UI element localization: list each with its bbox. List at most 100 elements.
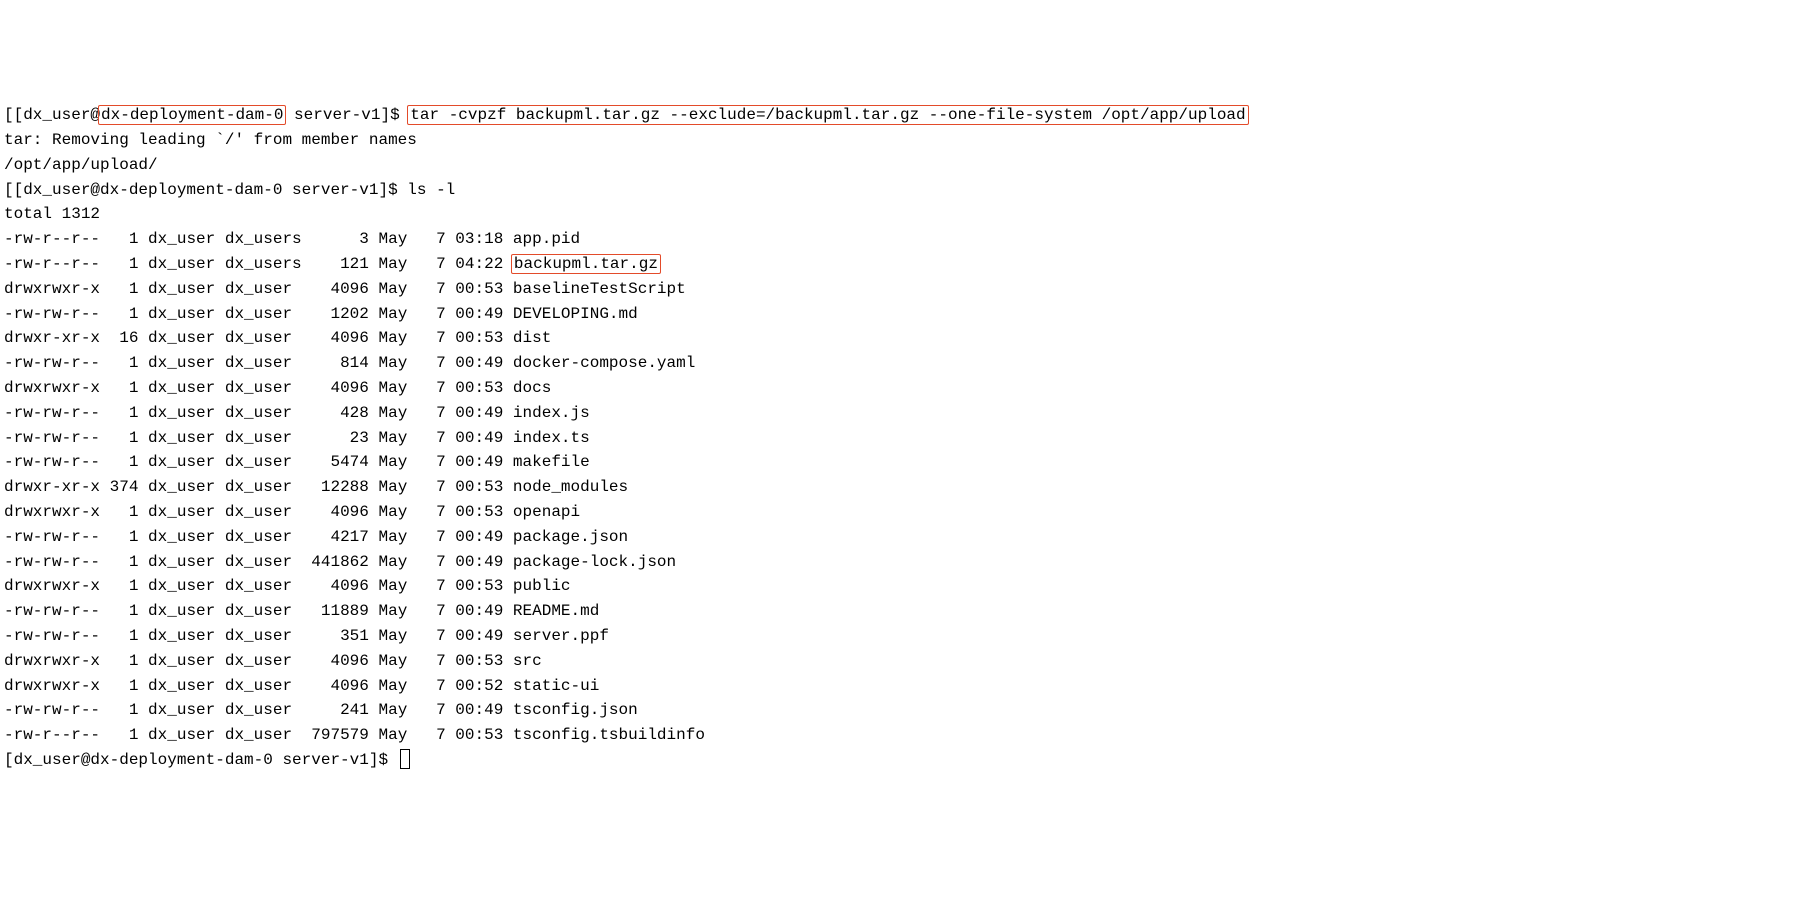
file-name: package-lock.json [513, 553, 676, 571]
link-count: 1 [100, 528, 148, 546]
file-day: 7 [417, 255, 455, 273]
file-day: 7 [417, 453, 455, 471]
file-name: README.md [513, 602, 599, 620]
file-group: dx_users [225, 230, 311, 248]
file-group: dx_user [225, 503, 311, 521]
file-month: May [378, 453, 416, 471]
file-time: 04:22 [455, 255, 513, 273]
file-day: 7 [417, 528, 455, 546]
file-permissions: drwxrwxr-x [4, 677, 100, 695]
ls-command: ls -l [407, 181, 455, 199]
file-size: 797579 [311, 726, 378, 744]
file-owner: dx_user [148, 503, 225, 521]
terminal-line: -rw-rw-r-- 1 dx_user dx_user 11889 May 7… [4, 599, 1812, 624]
file-owner: dx_user [148, 701, 225, 719]
terminal-line: -rw-rw-r-- 1 dx_user dx_user 428 May 7 0… [4, 401, 1812, 426]
file-group: dx_user [225, 553, 311, 571]
terminal-line: -rw-rw-r-- 1 dx_user dx_user 814 May 7 0… [4, 351, 1812, 376]
file-permissions: -rw-rw-r-- [4, 701, 100, 719]
file-time: 00:49 [455, 354, 513, 372]
link-count: 1 [100, 305, 148, 323]
file-group: dx_user [225, 677, 311, 695]
file-permissions: drwxrwxr-x [4, 577, 100, 595]
file-permissions: -rw-r--r-- [4, 230, 100, 248]
file-owner: dx_user [148, 404, 225, 422]
link-count: 1 [100, 379, 148, 397]
file-month: May [378, 701, 416, 719]
file-day: 7 [417, 602, 455, 620]
file-month: May [378, 553, 416, 571]
link-count: 1 [100, 354, 148, 372]
terminal-line: drwxrwxr-x 1 dx_user dx_user 4096 May 7 … [4, 674, 1812, 699]
file-month: May [378, 478, 416, 496]
file-permissions: -rw-rw-r-- [4, 404, 100, 422]
file-group: dx_user [225, 305, 311, 323]
file-permissions: -rw-rw-r-- [4, 602, 100, 620]
terminal-line: -rw-rw-r-- 1 dx_user dx_user 441862 May … [4, 550, 1812, 575]
file-name: tsconfig.tsbuildinfo [513, 726, 705, 744]
shell-prompt: [[dx_user@dx-deployment-dam-0 server-v1]… [4, 181, 407, 199]
file-size: 12288 [311, 478, 378, 496]
file-name: dist [513, 329, 551, 347]
file-name: app.pid [513, 230, 580, 248]
file-size: 4096 [311, 652, 378, 670]
file-day: 7 [417, 230, 455, 248]
file-size: 11889 [311, 602, 378, 620]
ls-total: total 1312 [4, 205, 100, 223]
file-owner: dx_user [148, 528, 225, 546]
file-group: dx_user [225, 429, 311, 447]
file-time: 00:53 [455, 503, 513, 521]
file-size: 4096 [311, 503, 378, 521]
file-month: May [378, 528, 416, 546]
file-size: 4217 [311, 528, 378, 546]
terminal-line: /opt/app/upload/ [4, 153, 1812, 178]
file-time: 00:49 [455, 429, 513, 447]
tar-output: tar: Removing leading `/' from member na… [4, 131, 417, 149]
file-permissions: -rw-rw-r-- [4, 305, 100, 323]
link-count: 1 [100, 230, 148, 248]
file-day: 7 [417, 577, 455, 595]
terminal-line: -rw-rw-r-- 1 dx_user dx_user 5474 May 7 … [4, 450, 1812, 475]
file-owner: dx_user [148, 379, 225, 397]
terminal-output[interactable]: [[dx_user@dx-deployment-dam-0 server-v1]… [4, 103, 1812, 773]
link-count: 1 [100, 627, 148, 645]
file-day: 7 [417, 354, 455, 372]
file-time: 00:49 [455, 528, 513, 546]
file-permissions: drwxrwxr-x [4, 379, 100, 397]
file-day: 7 [417, 701, 455, 719]
file-owner: dx_user [148, 429, 225, 447]
shell-prompt: [dx_user@dx-deployment-dam-0 server-v1]$ [4, 751, 398, 769]
file-name: backupml.tar.gz [511, 254, 661, 274]
file-owner: dx_user [148, 280, 225, 298]
file-time: 00:49 [455, 602, 513, 620]
file-month: May [378, 354, 416, 372]
cursor[interactable] [400, 749, 410, 769]
file-day: 7 [417, 305, 455, 323]
file-group: dx_user [225, 528, 311, 546]
file-permissions: drwxrwxr-x [4, 280, 100, 298]
file-group: dx_user [225, 627, 311, 645]
file-owner: dx_user [148, 553, 225, 571]
file-month: May [378, 429, 416, 447]
file-size: 1202 [311, 305, 378, 323]
file-name: package.json [513, 528, 628, 546]
file-permissions: -rw-rw-r-- [4, 553, 100, 571]
file-day: 7 [417, 379, 455, 397]
file-name: docker-compose.yaml [513, 354, 695, 372]
file-time: 00:52 [455, 677, 513, 695]
file-time: 00:53 [455, 379, 513, 397]
link-count: 1 [100, 701, 148, 719]
file-permissions: drwxr-xr-x [4, 329, 100, 347]
file-group: dx_user [225, 354, 311, 372]
file-month: May [378, 602, 416, 620]
file-name: openapi [513, 503, 580, 521]
file-time: 00:53 [455, 329, 513, 347]
file-name: node_modules [513, 478, 628, 496]
file-month: May [378, 652, 416, 670]
file-size: 5474 [311, 453, 378, 471]
terminal-line: [[dx_user@dx-deployment-dam-0 server-v1]… [4, 103, 1812, 128]
terminal-line: drwxrwxr-x 1 dx_user dx_user 4096 May 7 … [4, 649, 1812, 674]
terminal-line: tar: Removing leading `/' from member na… [4, 128, 1812, 153]
file-owner: dx_user [148, 305, 225, 323]
file-group: dx_user [225, 453, 311, 471]
